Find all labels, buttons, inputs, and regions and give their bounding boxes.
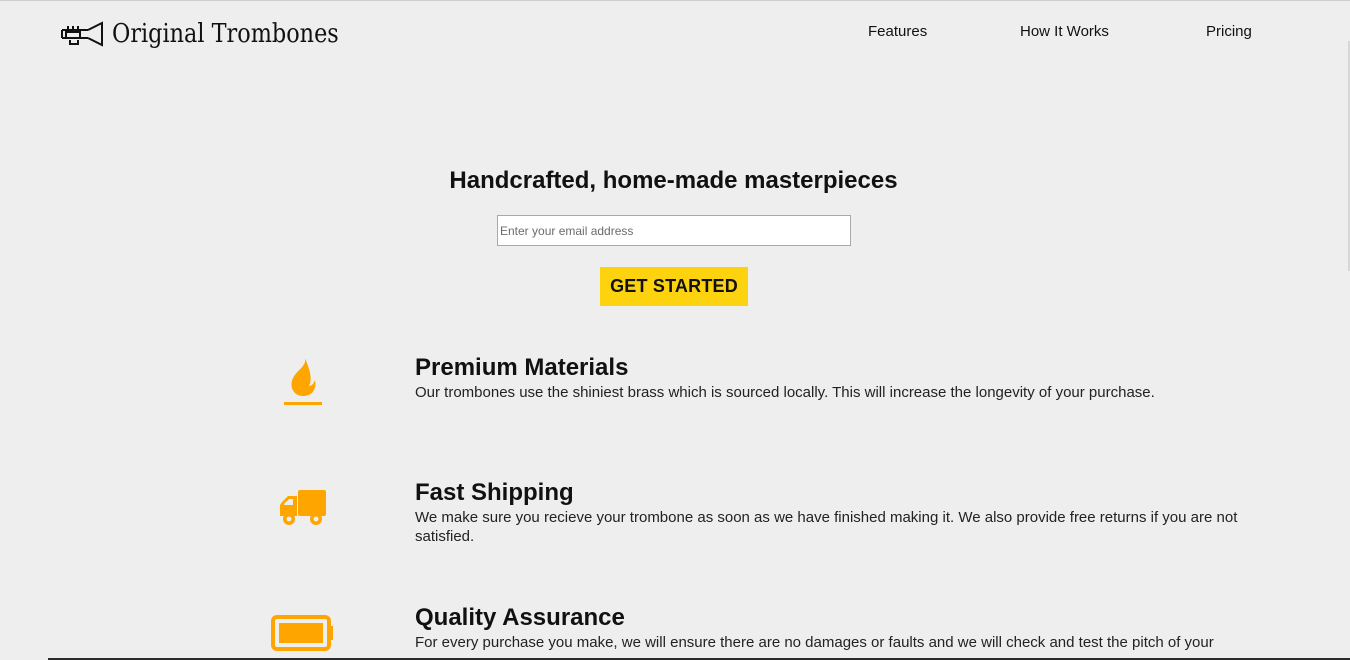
- page: Original Trombones Features How It Works…: [0, 0, 1350, 660]
- nav-link-how-it-works[interactable]: How It Works: [1020, 23, 1109, 40]
- truck-icon: [280, 490, 326, 525]
- main-nav: Features How It Works Pricing: [0, 23, 1350, 45]
- feature-title: Quality Assurance: [415, 604, 625, 631]
- email-input[interactable]: [497, 215, 851, 246]
- hero-title: Handcrafted, home-made masterpieces: [449, 167, 898, 194]
- battery-full-icon: [271, 615, 333, 651]
- nav-link-features[interactable]: Features: [868, 23, 927, 40]
- nav-link-pricing[interactable]: Pricing: [1206, 23, 1252, 40]
- feature-title: Fast Shipping: [415, 479, 574, 506]
- feature-description: For every purchase you make, we will ens…: [415, 634, 1214, 651]
- feature-description: We make sure you recieve your trombone a…: [415, 509, 1238, 545]
- feature-description: Our trombones use the shiniest brass whi…: [415, 384, 1155, 401]
- fire-icon: [284, 358, 322, 405]
- site-header: Original Trombones Features How It Works…: [0, 1, 1350, 71]
- get-started-button[interactable]: GET STARTED: [600, 267, 748, 306]
- feature-title: Premium Materials: [415, 354, 629, 381]
